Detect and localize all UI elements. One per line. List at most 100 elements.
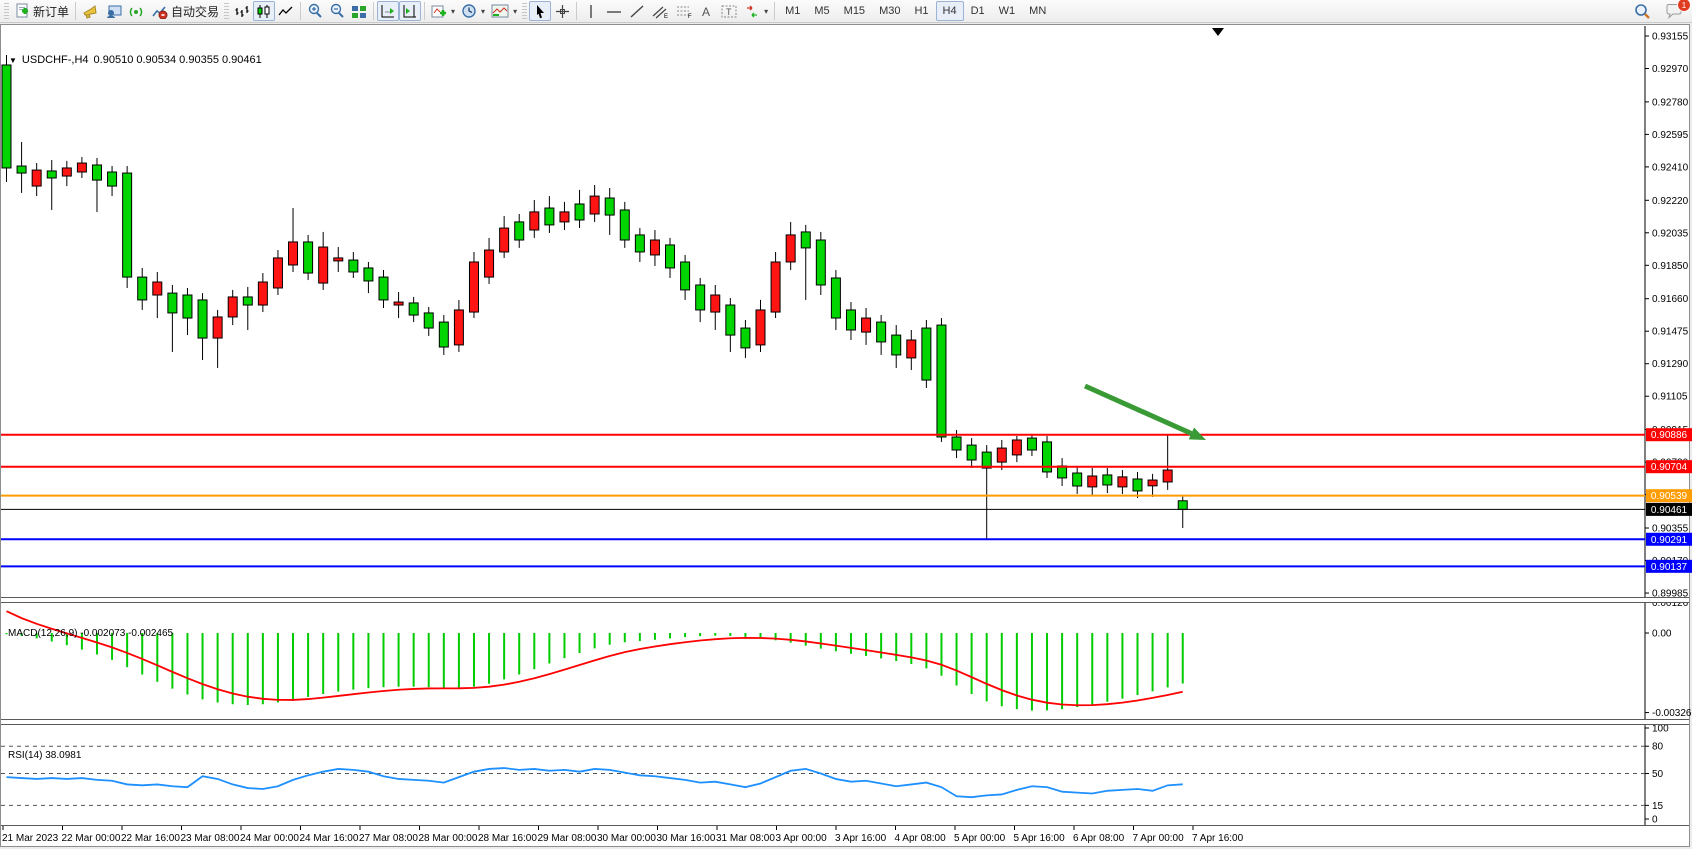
timeframe-button-m1[interactable]: M1 — [778, 1, 807, 21]
timeframe-button-m5[interactable]: M5 — [807, 1, 836, 21]
channel-icon: E — [651, 4, 669, 19]
dropdown-caret: ▾ — [481, 7, 485, 16]
toolbar-grip — [224, 3, 229, 19]
signal-icon — [128, 4, 145, 19]
chat-button[interactable]: 1 — [1662, 1, 1686, 21]
text-label-icon: T — [721, 4, 738, 19]
fibonacci-icon: F — [675, 4, 693, 19]
bar-chart-icon — [234, 4, 250, 19]
timeframe-label: M5 — [810, 5, 833, 17]
search-icon — [1634, 3, 1651, 20]
auto-trading-icon — [151, 4, 168, 19]
separator — [576, 2, 577, 20]
text-label-button[interactable]: T — [718, 1, 741, 21]
market-watch-button[interactable] — [102, 1, 125, 21]
auto-scroll-button[interactable] — [377, 1, 399, 21]
symbol-label: USDCHF-,H4 — [22, 54, 89, 66]
toolbar-grip — [522, 3, 527, 19]
search-button[interactable] — [1631, 1, 1654, 21]
arrow-objects-icon — [744, 4, 760, 19]
candlestick-icon — [256, 4, 272, 19]
trendline-button[interactable] — [626, 1, 648, 21]
trading-terminal: { "toolbar": { "new_order_label": "新订单",… — [0, 0, 1692, 849]
pane-resize-handle-macd[interactable] — [1, 597, 1689, 603]
pane-resize-handle-rsi[interactable] — [1, 719, 1689, 725]
terminal-user-icon — [105, 4, 122, 19]
auto-trading-label: 自动交易 — [171, 3, 219, 20]
new-order-button[interactable]: 新订单 — [11, 1, 72, 21]
candlestick-chart-button[interactable] — [253, 1, 275, 21]
timeframe-label: H1 — [910, 5, 932, 17]
clock-icon — [461, 3, 477, 19]
timeframe-button-mn[interactable]: MN — [1022, 1, 1053, 21]
templates-button[interactable]: ▾ — [488, 1, 520, 21]
svg-text:E: E — [664, 14, 668, 19]
timeframe-button-d1[interactable]: D1 — [964, 1, 992, 21]
dropdown-caret: ▾ — [513, 7, 517, 16]
timeframe-button-h1[interactable]: H1 — [907, 1, 935, 21]
new-order-label: 新订单 — [33, 3, 69, 20]
chart-shift-icon — [402, 4, 418, 19]
chart-shift-button[interactable] — [399, 1, 421, 21]
equidistant-channel-button[interactable]: E — [648, 1, 672, 21]
toolbar-grip — [4, 3, 9, 19]
zoom-out-icon — [329, 3, 345, 19]
text-icon: A — [700, 4, 714, 19]
svg-text:F: F — [688, 14, 692, 19]
bar-chart-button[interactable] — [231, 1, 253, 21]
separator — [373, 2, 374, 20]
vertical-line-button[interactable] — [580, 1, 602, 21]
zoom-out-button[interactable] — [326, 1, 348, 21]
line-chart-button[interactable] — [275, 1, 297, 21]
signals-button[interactable] — [125, 1, 148, 21]
time-axis-border — [1, 825, 1689, 826]
timeframe-button-w1[interactable]: W1 — [992, 1, 1023, 21]
timeframe-group: M1 M5 M15 M30 H1 H4D1W1 MN — [778, 1, 1053, 21]
tile-windows-button[interactable] — [348, 1, 370, 21]
timeframe-button-m30[interactable]: M30 — [872, 1, 907, 21]
auto-scroll-icon — [380, 4, 396, 19]
symbol-dropdown-icon[interactable]: ▼ — [9, 56, 17, 65]
arrows-button[interactable]: ▾ — [741, 1, 771, 21]
zoom-in-icon — [307, 3, 323, 19]
horizontal-line-button[interactable] — [602, 1, 626, 21]
timeframe-label: W1 — [995, 5, 1020, 17]
timeframe-label: H4 — [939, 5, 961, 17]
timeframe-label: MN — [1025, 5, 1050, 17]
indicators-icon — [431, 4, 447, 19]
timeframe-button-m15[interactable]: M15 — [837, 1, 872, 21]
megaphone-icon — [82, 4, 99, 19]
horizontal-line-icon — [605, 4, 623, 19]
periods-button[interactable]: ▾ — [458, 1, 488, 21]
crosshair-icon — [555, 4, 570, 19]
toolbar-right-group: 1 — [1631, 1, 1686, 21]
chart-title: ▼ USDCHF-,H4 0.90510 0.90534 0.90355 0.9… — [9, 54, 262, 66]
timeframe-label: M15 — [840, 5, 869, 17]
alerts-button[interactable] — [79, 1, 102, 21]
separator — [300, 2, 301, 20]
new-order-icon — [14, 3, 30, 19]
auto-trading-button[interactable]: 自动交易 — [148, 1, 222, 21]
macd-indicator-label: MACD(12,26,9) -0.002073 -0.002465 — [8, 628, 173, 639]
cursor-icon — [533, 4, 547, 19]
fibonacci-button[interactable]: F — [672, 1, 696, 21]
crosshair-button[interactable] — [551, 1, 573, 21]
timeframe-label: M1 — [781, 5, 804, 17]
separator — [75, 2, 76, 20]
timeframe-label: M30 — [875, 5, 904, 17]
zoom-in-button[interactable] — [304, 1, 326, 21]
rsi-indicator-label: RSI(14) 38.0981 — [8, 750, 81, 761]
text-button[interactable]: A — [696, 1, 718, 21]
main-toolbar: 新订单 自动交易 ▾ ▾ — [0, 0, 1692, 23]
indicators-button[interactable]: ▾ — [428, 1, 458, 21]
separator — [424, 2, 425, 20]
template-icon — [491, 4, 509, 18]
dropdown-caret: ▾ — [451, 7, 455, 16]
svg-text:T: T — [726, 7, 732, 17]
timeframe-button-h4[interactable]: H4 — [936, 1, 964, 21]
tile-windows-icon — [351, 4, 367, 19]
dropdown-caret: ▾ — [764, 7, 768, 16]
trendline-icon — [629, 4, 645, 19]
vertical-line-icon — [585, 4, 597, 19]
cursor-button[interactable] — [529, 1, 551, 21]
